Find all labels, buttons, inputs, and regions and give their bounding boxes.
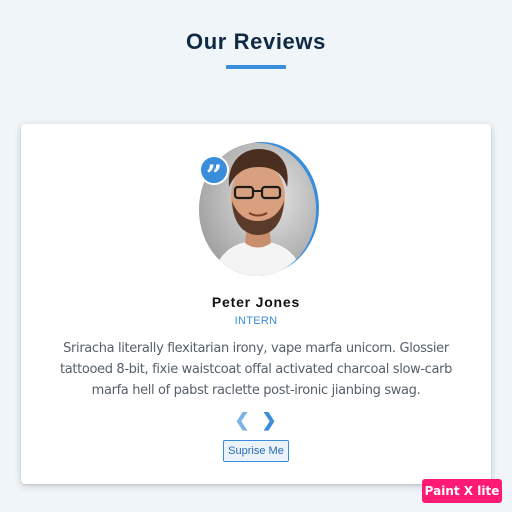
quote-icon: ” [199, 155, 229, 190]
next-button[interactable]: ❯ [261, 408, 277, 432]
chevron-right-icon: ❯ [261, 409, 277, 430]
chevron-left-icon: ❮ [234, 409, 250, 430]
section-title: Our Reviews [186, 29, 326, 54]
reviewer-name: Peter Jones [211, 294, 301, 310]
review-text: Sriracha literally flexitarian irony, va… [59, 341, 452, 398]
title-underline [226, 65, 286, 69]
reviewer-job: INTERN [234, 315, 278, 327]
paint-x-lite-watermark: Paint X lite [422, 479, 502, 503]
prev-button[interactable]: ❮ [234, 408, 250, 432]
surprise-me-button[interactable]: Suprise Me [223, 440, 289, 462]
